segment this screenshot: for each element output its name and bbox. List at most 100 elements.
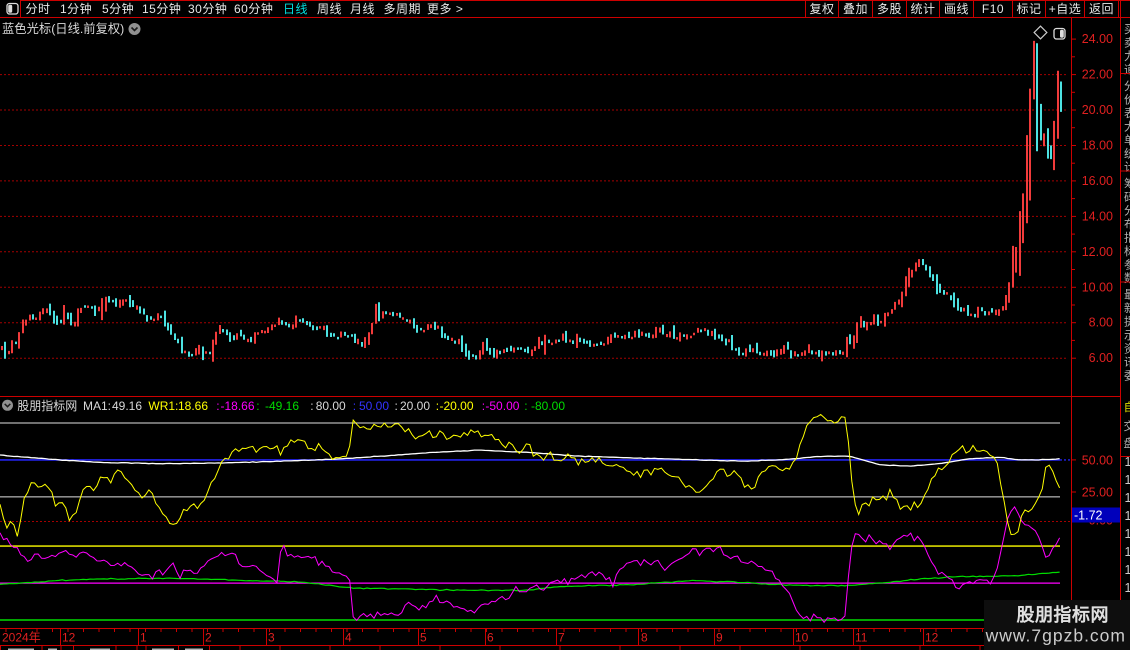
svg-text:标记: 标记 [1016, 2, 1041, 16]
svg-text:1分钟: 1分钟 [60, 1, 92, 16]
svg-text:MA1:: MA1: [83, 399, 111, 413]
svg-text:买: 买 [1124, 23, 1130, 36]
svg-text:24.00: 24.00 [1082, 32, 1113, 46]
svg-text:单: 单 [1124, 134, 1130, 147]
svg-text:18.66: 18.66 [178, 399, 208, 413]
svg-text:股朋指标网: 股朋指标网 [1016, 604, 1110, 625]
svg-text:1: 1 [1125, 581, 1130, 595]
svg-text:WR1:: WR1: [148, 399, 178, 413]
svg-text:2: 2 [205, 631, 212, 645]
svg-text:月线: 月线 [350, 2, 375, 16]
svg-text::: : [395, 399, 398, 413]
svg-text:参: 参 [1124, 258, 1130, 272]
svg-text:1: 1 [1125, 509, 1130, 523]
svg-text:示: 示 [1124, 330, 1130, 342]
svg-text:16.00: 16.00 [1082, 174, 1113, 188]
svg-text:-18.66: -18.66 [221, 399, 255, 413]
svg-text:蓝色光标(日线.前复权): 蓝色光标(日线.前复权) [2, 21, 124, 36]
svg-text:F10: F10 [982, 2, 1004, 16]
svg-text:道: 道 [1124, 63, 1130, 77]
svg-text:8.00: 8.00 [1089, 316, 1113, 330]
svg-text:交: 交 [1124, 419, 1130, 433]
svg-text:9: 9 [716, 631, 723, 645]
svg-text:-20.00: -20.00 [440, 399, 474, 413]
svg-text:50.00: 50.00 [1082, 453, 1113, 467]
svg-text:50.00: 50.00 [359, 399, 389, 413]
svg-text:12: 12 [62, 631, 76, 645]
svg-text::: : [353, 399, 356, 413]
svg-text:6.00: 6.00 [1089, 351, 1113, 365]
svg-text:分时: 分时 [26, 2, 51, 16]
svg-text:3: 3 [268, 631, 275, 645]
svg-text:返回: 返回 [1089, 2, 1114, 16]
svg-text:18.00: 18.00 [1082, 139, 1113, 153]
svg-text:5分钟: 5分钟 [102, 1, 134, 16]
svg-text:自: 自 [1124, 401, 1130, 414]
svg-text:统: 统 [1124, 148, 1130, 161]
svg-text:10.00: 10.00 [1082, 280, 1113, 294]
svg-text:8: 8 [641, 631, 648, 645]
svg-text:数: 数 [1124, 271, 1130, 285]
svg-text:25.00: 25.00 [1082, 486, 1113, 500]
svg-text:1: 1 [1125, 527, 1130, 541]
svg-text:资: 资 [1124, 343, 1130, 356]
svg-text:5: 5 [420, 631, 427, 645]
svg-text:新: 新 [1124, 301, 1130, 315]
svg-text:大: 大 [1124, 120, 1130, 134]
svg-text:计: 计 [1124, 161, 1130, 174]
svg-text:7: 7 [558, 631, 565, 645]
svg-text:+自选: +自选 [1049, 2, 1082, 16]
svg-text:委: 委 [1124, 370, 1130, 383]
svg-text:指: 指 [1124, 231, 1130, 245]
svg-text:周线: 周线 [317, 2, 342, 16]
svg-text:更多 >: 更多 > [427, 2, 463, 16]
svg-text::: : [524, 399, 527, 413]
svg-text:1: 1 [1125, 473, 1130, 487]
svg-text:1: 1 [140, 631, 147, 645]
svg-text:提: 提 [1124, 315, 1130, 329]
svg-text:30分钟: 30分钟 [188, 1, 227, 16]
svg-text:-49.16: -49.16 [265, 399, 299, 413]
svg-text:表: 表 [1124, 106, 1130, 120]
svg-text:12.00: 12.00 [1082, 245, 1113, 259]
svg-text:价: 价 [1124, 94, 1130, 107]
svg-text:-50.00: -50.00 [485, 399, 519, 413]
svg-text:22.00: 22.00 [1082, 68, 1113, 82]
svg-text:盘: 盘 [1124, 436, 1130, 450]
svg-text::: : [216, 399, 219, 413]
svg-text:4: 4 [345, 631, 352, 645]
svg-text:49.16: 49.16 [112, 399, 142, 413]
svg-text:讯: 讯 [1124, 356, 1130, 369]
svg-text:卖: 卖 [1124, 37, 1130, 50]
svg-text:80.00: 80.00 [316, 399, 346, 413]
svg-text:1: 1 [1125, 545, 1130, 559]
svg-text:14.00: 14.00 [1082, 209, 1113, 223]
svg-text:统计: 统计 [910, 2, 935, 16]
svg-text:日线: 日线 [283, 2, 308, 16]
svg-text:www.7gpzb.com: www.7gpzb.com [985, 626, 1126, 646]
svg-text:12: 12 [925, 631, 939, 645]
svg-text:股朋指标网: 股朋指标网 [17, 398, 77, 413]
svg-text:多周期: 多周期 [384, 2, 422, 16]
svg-text:20.00: 20.00 [1082, 103, 1113, 117]
svg-text:标: 标 [1124, 245, 1130, 258]
svg-text:-80.00: -80.00 [531, 399, 565, 413]
svg-text:画线: 画线 [944, 2, 969, 16]
svg-text:布: 布 [1124, 218, 1130, 231]
svg-text:叠加: 叠加 [843, 2, 868, 16]
svg-text:1: 1 [1125, 491, 1130, 505]
svg-text:11: 11 [855, 631, 868, 645]
svg-text:-1.72: -1.72 [1074, 509, 1103, 523]
svg-text:分: 分 [1124, 80, 1130, 93]
svg-text:复权: 复权 [809, 2, 834, 16]
svg-text:码: 码 [1124, 191, 1130, 204]
svg-text::: : [310, 399, 313, 413]
svg-text:15分钟: 15分钟 [142, 1, 181, 16]
svg-text:多股: 多股 [877, 2, 902, 16]
svg-text:10: 10 [795, 631, 809, 645]
svg-text:6: 6 [487, 631, 494, 645]
svg-text:1: 1 [1125, 455, 1130, 469]
svg-text::: : [256, 399, 259, 413]
svg-text:力: 力 [1124, 50, 1130, 63]
svg-text:最: 最 [1124, 289, 1130, 302]
